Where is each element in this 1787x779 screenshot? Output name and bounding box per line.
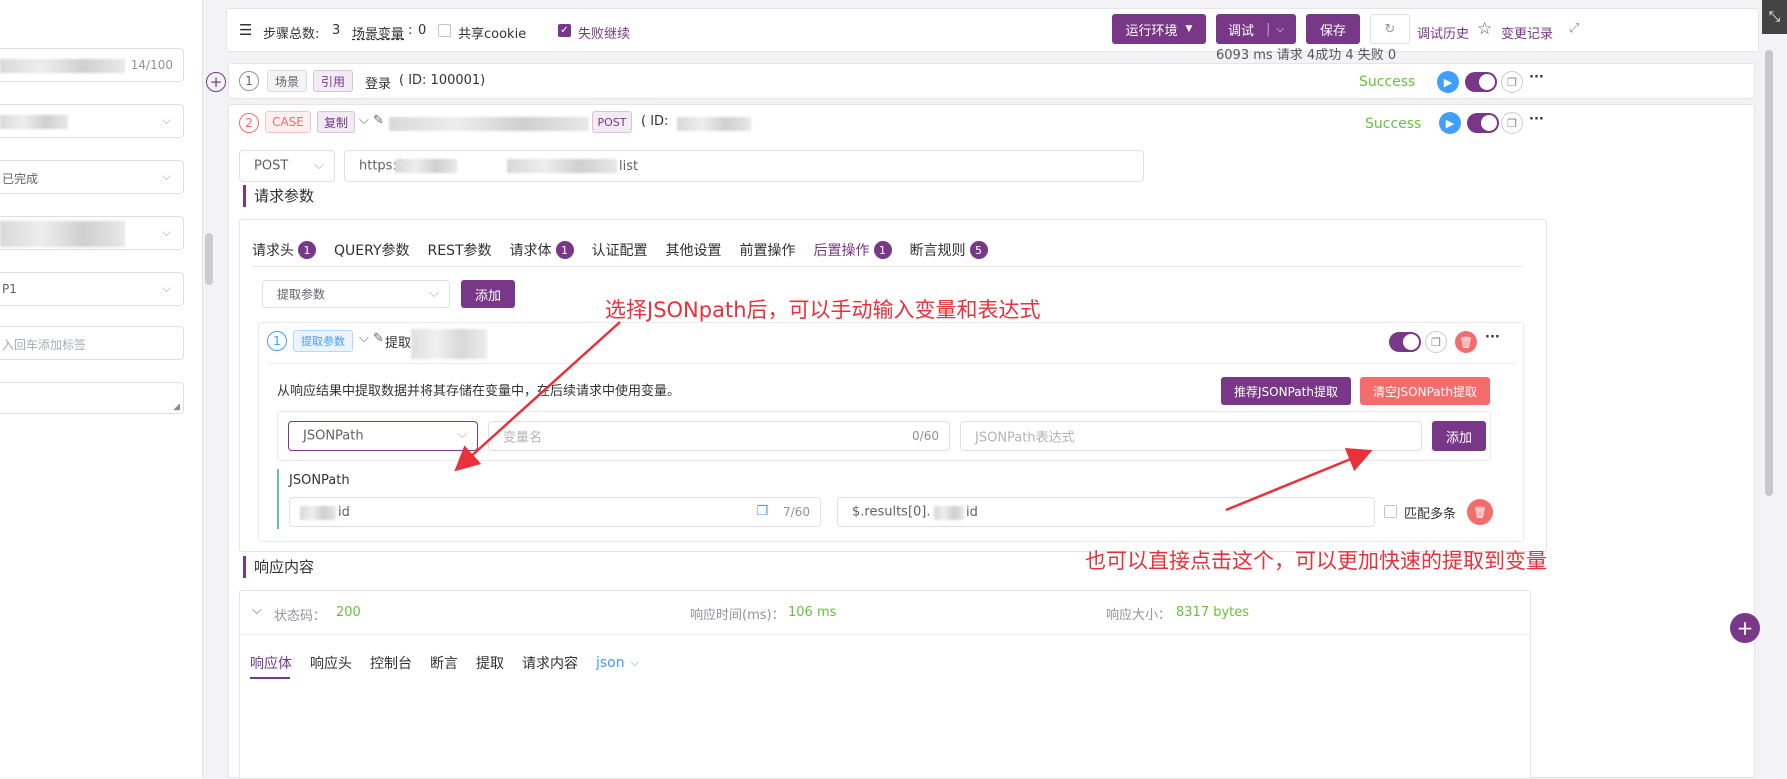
arrow-to-recommend-button [1225,447,1373,512]
arrow-to-type-select [454,321,621,472]
collapse-icon[interactable]: ⤡ [1762,0,1787,34]
annotation-arrows [454,321,1373,512]
